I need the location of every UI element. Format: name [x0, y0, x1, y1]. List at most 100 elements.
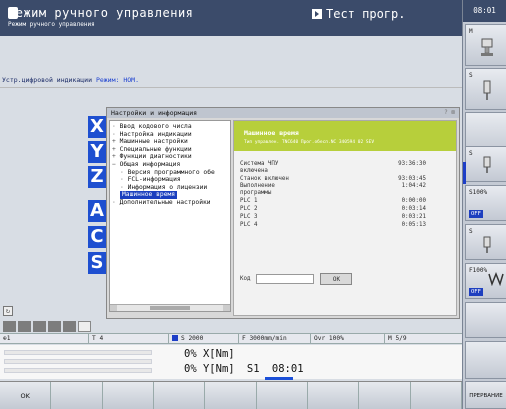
feed-wave-icon: [488, 272, 504, 286]
empty-key[interactable]: [465, 302, 506, 338]
status-square-icon: [48, 321, 61, 332]
table-row: Станок включен 93:03:45: [240, 175, 448, 183]
tree-item[interactable]: Машинные настройки: [112, 138, 228, 146]
status-mfunc: M 5/9: [384, 334, 462, 344]
spindle-stop-icon: [483, 236, 491, 253]
mode-subtitle: Режим ручного управления: [8, 21, 95, 28]
softkey-empty[interactable]: [307, 382, 360, 409]
info-line-mode-value: НОМ.: [123, 76, 139, 84]
softkey-empty[interactable]: [256, 382, 308, 409]
tree-item-selected[interactable]: Машинное время: [120, 191, 178, 199]
m-function-key[interactable]: M: [465, 24, 506, 66]
status-tool: T 4: [88, 334, 168, 344]
row-label: PLC 1: [240, 198, 258, 204]
table-row: Система ЧПУ включена 93:36:30: [240, 161, 448, 175]
position-row-y: 0% Y[Nm] S1 08:01: [184, 363, 304, 375]
info-line-mode-label: Режим:: [95, 76, 120, 84]
tree-item[interactable]: Настройка индикации: [112, 131, 228, 139]
tool-change-icon: [78, 321, 91, 332]
softkey-empty[interactable]: [51, 382, 103, 409]
row-value: 0:03:14: [401, 206, 426, 212]
s-label-2: S: [469, 150, 473, 157]
scroll-thumb[interactable]: [150, 306, 190, 310]
info-line-label: Устр.цифровой индикации: [2, 76, 93, 84]
mode-title-block: Режим ручного управления Режим ручного у…: [8, 6, 193, 28]
status-square-icon: [33, 321, 46, 332]
s-override-off: OFF: [469, 210, 483, 218]
status-spindle: S 2000: [181, 335, 204, 342]
status-override: Ovr 100%: [310, 334, 384, 344]
scroll-right-icon[interactable]: [223, 305, 230, 311]
machine-time-table: Система ЧПУ включена 93:36:30 Станок вклю…: [240, 161, 448, 229]
empty-key[interactable]: [465, 341, 506, 379]
status-square-icon: [3, 321, 16, 332]
panel-header: Машинное время Тип управлен. TNC640 Прог…: [234, 121, 456, 151]
axis-z[interactable]: Z: [88, 166, 106, 188]
spindle-indicator: [265, 377, 293, 380]
tree-item[interactable]: Информация о лицензии: [112, 184, 228, 192]
tree-horizontal-scrollbar[interactable]: [110, 304, 230, 311]
tree-item[interactable]: Ввод кодового числа: [112, 123, 228, 131]
softkey-empty[interactable]: [410, 382, 462, 409]
softkey-empty[interactable]: [205, 382, 257, 409]
table-row: PLC 3 0:03:21: [240, 213, 448, 221]
row-label: Система ЧПУ: [240, 161, 279, 167]
row-label-2: включена: [240, 168, 268, 174]
status-square-icon: [63, 321, 76, 332]
right-softkey-column: 08:01 M S S S100% OFF S F100% OFF ПРЕРВА…: [462, 0, 506, 409]
table-row: PLC 2 0:03:14: [240, 205, 448, 213]
table-row: PLC 1 0:00:00: [240, 197, 448, 205]
tree-item[interactable]: Дополнительные настройки: [112, 199, 228, 207]
dialog-controls-icon[interactable]: ? ⊠: [444, 108, 455, 118]
softkey-ok[interactable]: OK: [0, 382, 52, 409]
m-label: M: [469, 28, 473, 35]
row-value: 0:00:00: [401, 198, 426, 204]
position-row-x: 0% X[Nm]: [184, 348, 235, 360]
position-axis: Y[Nm]: [202, 363, 235, 375]
s-label-3: S: [469, 228, 473, 235]
row-value: 0:05:13: [401, 222, 426, 228]
code-input[interactable]: [256, 274, 315, 284]
s-key-2[interactable]: S: [465, 146, 506, 182]
tree-item[interactable]: Функции диагностики: [112, 153, 228, 161]
softkey-empty[interactable]: [359, 382, 411, 409]
s-function-key[interactable]: S: [465, 68, 506, 110]
refresh-icon[interactable]: ↻: [3, 306, 13, 316]
softkey-bar: OK: [0, 381, 462, 409]
tree-item[interactable]: FCL-информация: [112, 176, 228, 184]
settings-tree[interactable]: Ввод кодового числа Настройка индикации …: [109, 120, 231, 312]
f-override-value: F100%: [469, 267, 488, 274]
row-value: 93:36:30: [398, 161, 426, 167]
position-pct: 0%: [184, 363, 197, 375]
softkey-empty[interactable]: [102, 382, 154, 409]
row-label: PLC 2: [240, 206, 258, 212]
spindle-icon: [483, 80, 491, 100]
axis-a[interactable]: A: [88, 200, 106, 222]
spindle-label: S1: [246, 363, 260, 375]
panel-subheading: Тип управлен. TNC640 Прог.обесп.NC 34059…: [244, 140, 375, 145]
tree-item[interactable]: Версия программного обе: [112, 169, 228, 177]
header-bar: Режим ручного управления Режим ручного у…: [0, 0, 462, 36]
axis-y[interactable]: Y: [88, 141, 106, 163]
axis-x[interactable]: X: [88, 116, 106, 138]
tree-item[interactable]: Общая информация: [112, 161, 228, 169]
machine-icon: [481, 38, 493, 56]
load-bar: [4, 368, 152, 373]
load-bar: [4, 350, 152, 355]
s-label: S: [469, 72, 473, 79]
info-line: Устр.цифровой индикации Режим: НОМ.: [0, 76, 462, 88]
axis-s[interactable]: S: [88, 252, 106, 274]
feed-override-key[interactable]: F100% OFF: [465, 263, 506, 299]
table-row: PLC 4 0:05:13: [240, 221, 448, 229]
code-ok-button[interactable]: OK: [320, 273, 353, 285]
s-key-3[interactable]: S: [465, 224, 506, 260]
spindle-time: 08:01: [271, 363, 304, 375]
tree-item[interactable]: Специальные функции: [112, 146, 228, 154]
axis-c[interactable]: C: [88, 226, 106, 248]
softkey-empty[interactable]: [153, 382, 206, 409]
program-mode[interactable]: Тест прогр.: [312, 7, 405, 21]
interrupt-softkey[interactable]: ПРЕРВАНИЕ: [465, 381, 506, 409]
scroll-left-icon[interactable]: [110, 305, 117, 311]
spindle-override-key[interactable]: S100% OFF: [465, 185, 506, 221]
code-entry: Код OK: [240, 273, 353, 285]
